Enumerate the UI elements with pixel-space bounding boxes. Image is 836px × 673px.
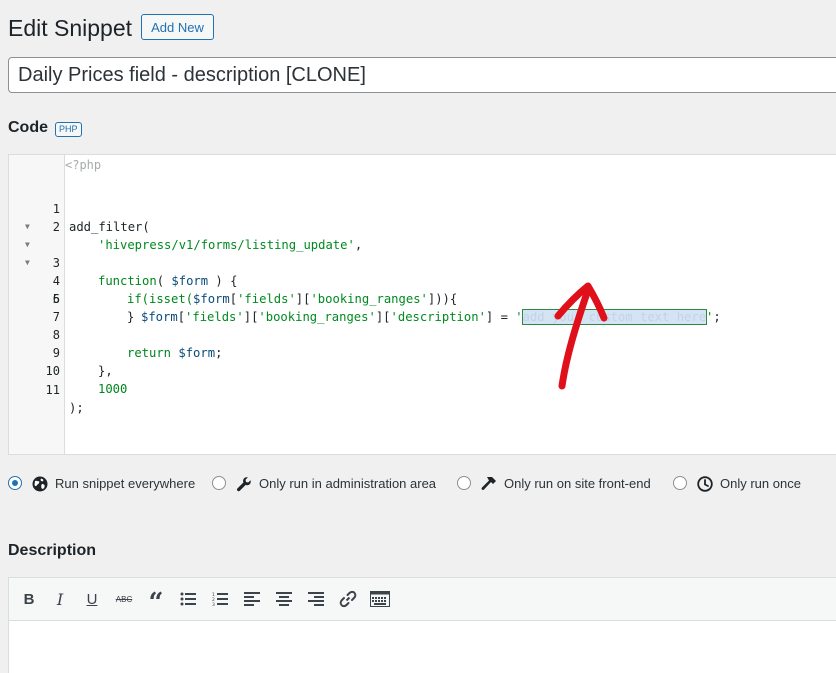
bold-icon[interactable]: B xyxy=(17,587,41,611)
blockquote-icon[interactable]: “ xyxy=(144,587,168,618)
annotation-arrow-icon xyxy=(554,282,608,390)
code-line: 10 1000 xyxy=(9,344,836,396)
code-line: 9 }, xyxy=(9,326,836,378)
fold-arrow-icon[interactable]: ▼ xyxy=(25,254,30,272)
page-title: Edit Snippet xyxy=(8,15,133,41)
svg-text:3: 3 xyxy=(212,602,215,606)
description-editor[interactable]: B I U ABC “ 123 xyxy=(8,577,836,673)
run-frontend-option[interactable]: Only run on site front-end xyxy=(457,474,687,494)
fold-arrow-icon[interactable]: ▼ xyxy=(25,236,30,254)
run-admin-option[interactable]: Only run in administration area xyxy=(212,474,452,494)
run-admin-label: Only run in administration area xyxy=(259,476,437,491)
editor-toolbar: B I U ABC “ 123 xyxy=(9,578,836,621)
run-once-radio[interactable] xyxy=(673,476,687,490)
code-line: 1 add_filter( xyxy=(9,182,836,234)
italic-icon[interactable]: I xyxy=(48,587,72,611)
strikethrough-icon[interactable]: ABC xyxy=(112,587,136,611)
toolbar-toggle-icon[interactable] xyxy=(368,587,392,611)
underline-icon[interactable]: U xyxy=(80,587,104,611)
align-center-icon[interactable] xyxy=(272,587,296,611)
code-line: 11 ); xyxy=(9,363,836,415)
code-editor[interactable]: <?php 1 add_filter( 2 'hivepress/v1/form… xyxy=(8,154,836,455)
numbered-list-icon[interactable]: 123 xyxy=(208,587,232,611)
code-text: ); xyxy=(69,401,84,415)
code-line: 8 return $form; xyxy=(9,308,836,360)
code-line: 6 } xyxy=(9,272,836,324)
run-everywhere-option[interactable]: Run snippet everywhere xyxy=(8,474,198,494)
code-line: ▼ 4 if(isset($form['fields']['booking_ra… xyxy=(9,236,836,306)
run-everywhere-radio[interactable] xyxy=(8,476,22,490)
code-line: ▼ 3 function( $form ) { xyxy=(9,218,836,288)
clock-icon xyxy=(697,476,713,492)
run-frontend-radio[interactable] xyxy=(457,476,471,490)
fold-arrow-icon[interactable]: ▼ xyxy=(25,218,30,236)
run-everywhere-label: Run snippet everywhere xyxy=(55,476,196,491)
edit-snippet-page: Edit Snippet Add New Daily Prices field … xyxy=(0,0,836,673)
php-open-tag: <?php xyxy=(65,158,102,172)
run-once-label: Only run once xyxy=(720,476,801,491)
hammer-icon xyxy=(481,477,496,490)
description-heading: Description xyxy=(8,542,97,559)
wrench-icon xyxy=(236,477,251,492)
add-new-button[interactable]: Add New xyxy=(141,14,214,40)
link-icon[interactable] xyxy=(336,587,360,611)
code-heading: Code xyxy=(8,119,48,136)
align-left-icon[interactable] xyxy=(240,587,264,611)
code-line: 2 'hivepress/v1/forms/listing_update', xyxy=(9,200,836,252)
globe-icon xyxy=(32,476,48,492)
run-once-option[interactable]: Only run once xyxy=(673,474,823,494)
run-frontend-label: Only run on site front-end xyxy=(504,476,651,491)
snippet-name-input[interactable]: Daily Prices field - description [CLONE] xyxy=(8,57,836,93)
code-text: 1000 xyxy=(98,382,128,396)
language-badge: PHP xyxy=(55,122,82,137)
code-line: 7 xyxy=(9,290,836,324)
line-number: 11 xyxy=(45,383,60,397)
align-right-icon[interactable] xyxy=(304,587,328,611)
code-line: ▼ 5 $form['fields']['booking_ranges']['d… xyxy=(9,254,836,325)
bullet-list-icon[interactable] xyxy=(176,587,200,611)
run-admin-radio[interactable] xyxy=(212,476,226,490)
